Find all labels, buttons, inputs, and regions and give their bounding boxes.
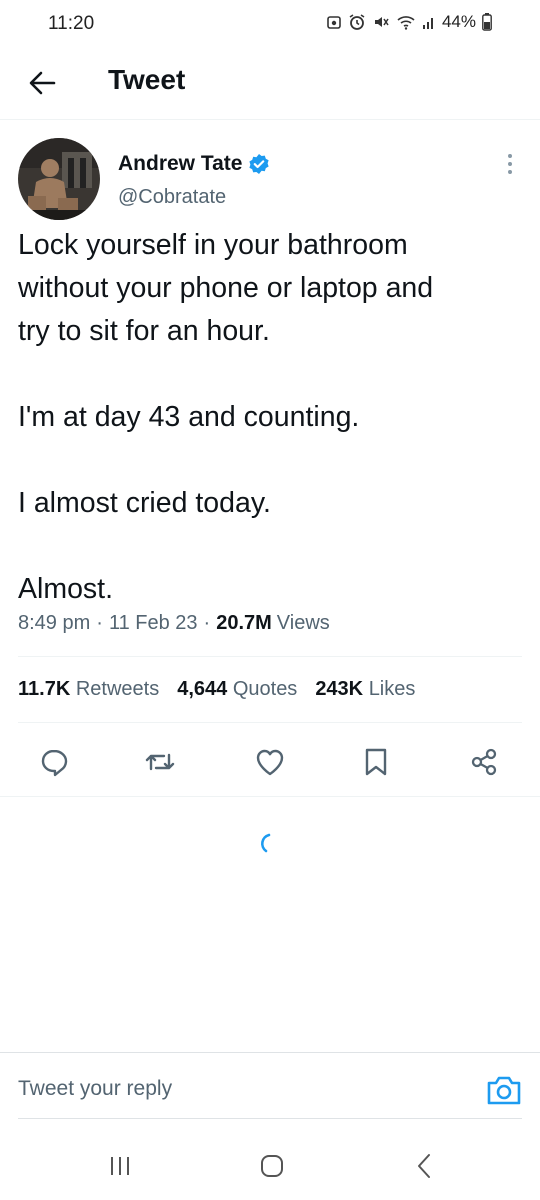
quotes-stat[interactable]: 4,644 Quotes <box>177 678 297 701</box>
avatar[interactable] <box>18 138 100 220</box>
home-icon <box>261 1155 283 1177</box>
tweet-text: Lock yourself in your bathroom without y… <box>18 224 523 611</box>
app-header: Tweet <box>0 50 540 120</box>
system-nav-bar <box>0 1128 540 1200</box>
meta-separator: · <box>96 612 103 634</box>
quotes-label: Quotes <box>232 678 298 700</box>
wifi-icon <box>397 16 415 30</box>
photo-notification-icon <box>327 16 341 29</box>
retweet-icon <box>145 753 175 771</box>
battery-percent: 44% <box>441 12 476 31</box>
tweet-actions <box>0 738 540 786</box>
retweets-label: Retweets <box>75 678 160 700</box>
retweets-stat[interactable]: 11.7K Retweets <box>18 678 159 701</box>
likes-label: Likes <box>368 678 416 700</box>
mute-icon <box>374 17 389 27</box>
share-icon <box>471 748 497 776</box>
views-count[interactable]: 20.7M <box>216 612 272 635</box>
bookmark-icon <box>365 748 387 776</box>
recent-apps-button[interactable] <box>100 1146 140 1186</box>
tweet-text-line: try to sit for an hour. <box>18 315 270 347</box>
like-button[interactable] <box>246 738 294 786</box>
author-name[interactable]: Andrew Tate <box>118 152 242 176</box>
tweet-meta: 8:49 pm · 11 Feb 23 · 20.7M Views <box>18 612 330 635</box>
page-title: Tweet <box>108 64 186 95</box>
alarm-icon <box>349 14 365 30</box>
recent-apps-icon <box>111 1157 129 1175</box>
reply-bar: Tweet your reply <box>0 1052 540 1120</box>
status-bar: 11:20 44% <box>0 0 540 50</box>
loading-spinner-icon <box>260 833 271 853</box>
back-button[interactable] <box>22 63 62 103</box>
reply-input[interactable]: Tweet your reply <box>18 1077 172 1101</box>
divider <box>0 796 540 797</box>
retweets-count: 11.7K <box>18 678 71 700</box>
divider <box>18 656 522 657</box>
share-button[interactable] <box>460 738 508 786</box>
tweet-text-line: I'm at day 43 and counting. <box>18 401 360 433</box>
author-name-row: Andrew Tate <box>118 152 270 176</box>
camera-button[interactable] <box>486 1073 522 1107</box>
verified-badge-icon <box>249 154 270 174</box>
tweet-text-line: I almost cried today. <box>18 487 271 519</box>
camera-icon <box>487 1076 521 1105</box>
status-time: 11:20 <box>48 13 95 34</box>
home-button[interactable] <box>252 1146 292 1186</box>
reply-icon <box>41 749 68 777</box>
nav-back-button[interactable] <box>404 1146 444 1186</box>
battery-icon <box>482 13 492 31</box>
meta-separator: · <box>203 612 211 634</box>
arrow-left-icon <box>29 71 56 95</box>
chevron-left-icon <box>418 1154 430 1178</box>
signal-icon <box>422 18 433 29</box>
tweet-time[interactable]: 8:49 pm <box>18 612 90 635</box>
more-options-icon[interactable] <box>498 150 522 178</box>
like-icon <box>256 749 284 776</box>
tweet-date[interactable]: 11 Feb 23 <box>109 612 198 635</box>
status-icons: 44% <box>326 12 492 32</box>
views-label: Views <box>276 612 330 634</box>
reply-underline <box>18 1118 522 1119</box>
avatar-image <box>18 138 100 220</box>
tweet-stats: 11.7K Retweets 4,644 Quotes 243K Likes <box>18 678 415 701</box>
likes-stat[interactable]: 243K Likes <box>315 678 415 701</box>
retweet-button[interactable] <box>136 738 184 786</box>
divider <box>18 722 522 723</box>
reply-button[interactable] <box>30 738 78 786</box>
tweet-text-line: Lock yourself in your bathroom <box>18 229 408 261</box>
bookmark-button[interactable] <box>352 738 400 786</box>
tweet-text-line: without your phone or laptop and <box>18 272 434 304</box>
tweet-text-line: Almost. <box>18 573 114 605</box>
likes-count: 243K <box>315 678 364 700</box>
author-handle[interactable]: @Cobratate <box>118 186 226 209</box>
quotes-count: 4,644 <box>177 678 228 700</box>
